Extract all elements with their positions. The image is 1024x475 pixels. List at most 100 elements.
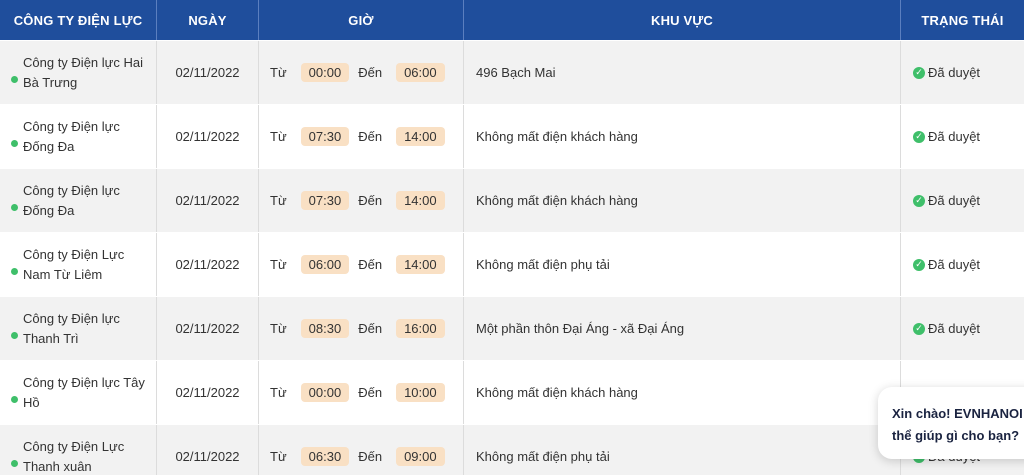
unit-name-line2: Đống Đa xyxy=(23,202,75,218)
unit-name: Công ty Điện lực Thanh Trì xyxy=(23,309,120,349)
unit-name-line2: Hồ xyxy=(23,394,40,410)
to-time-badge: 14:00 xyxy=(396,127,445,146)
header-unit: CÔNG TY ĐIỆN LỰC xyxy=(0,0,157,40)
to-label: Đến xyxy=(358,449,383,464)
chat-greeting-bubble[interactable]: Xin chào! EVNHANOI thể giúp gì cho bạn? xyxy=(878,387,1024,459)
check-circle-icon: ✓ xyxy=(913,194,925,207)
time-cell: Từ 06:00 Đến 14:00 xyxy=(259,233,464,296)
area-cell: 496 Bạch Mai xyxy=(464,41,901,104)
date-cell: 02/11/2022 xyxy=(157,361,259,424)
unit-cell: Công ty Điện lực Thanh Trì xyxy=(0,297,157,360)
from-time-badge: 06:30 xyxy=(300,447,350,466)
area-cell: Không mất điện khách hàng xyxy=(464,169,901,232)
unit-name: Công ty Điện Lực Thanh xuân xyxy=(23,437,124,475)
unit-name: Công ty Điện lực Đống Đa xyxy=(23,117,120,157)
unit-cell: Công ty Điện Lực Nam Từ Liêm xyxy=(0,233,157,296)
table-header: CÔNG TY ĐIỆN LỰC NGÀY GIỜ KHU VỰC TRẠNG … xyxy=(0,0,1024,40)
header-status: TRẠNG THÁI xyxy=(921,12,1004,28)
area-cell: Không mất điện khách hàng xyxy=(464,105,901,168)
date-cell: 02/11/2022 xyxy=(157,41,259,104)
header-time: GIỜ xyxy=(259,0,464,40)
chat-greeting-line2: thể giúp gì cho bạn? xyxy=(892,428,1020,443)
unit-cell: Công ty Điện Lực Thanh xuân xyxy=(0,425,157,475)
outage-schedule-table: CÔNG TY ĐIỆN LỰC NGÀY GIỜ KHU VỰC TRẠNG … xyxy=(0,0,1024,475)
from-time-badge: 06:00 xyxy=(300,255,350,274)
status-dot-icon xyxy=(11,268,18,275)
time-cell: Từ 00:00 Đến 06:00 xyxy=(259,41,464,104)
unit-cell: Công ty Điện lực Đống Đa xyxy=(0,105,157,168)
from-label: Từ xyxy=(270,65,287,80)
from-label: Từ xyxy=(270,449,287,464)
to-label: Đến xyxy=(358,65,383,80)
check-circle-icon: ✓ xyxy=(913,322,925,335)
from-time-badge: 08:30 xyxy=(300,319,350,338)
to-label: Đến xyxy=(358,129,383,144)
status-dot-icon xyxy=(11,204,18,211)
date-cell: 02/11/2022 xyxy=(157,105,259,168)
unit-name-line2: Nam Từ Liêm xyxy=(23,266,103,282)
date-cell: 02/11/2022 xyxy=(157,297,259,360)
unit-name-line1: Công ty Điện lực xyxy=(23,310,120,326)
table-row: Công ty Điện Lực Thanh xuân 02/11/2022 Từ 06… xyxy=(0,424,1024,475)
to-time-badge: 14:00 xyxy=(396,255,445,274)
area-cell: Một phần thôn Đại Áng - xã Đại Áng xyxy=(464,297,901,360)
unit-name: Công ty Điện lực Đống Đa xyxy=(23,181,120,221)
status-dot-icon xyxy=(11,140,18,147)
unit-name-line1: Công ty Điện lực xyxy=(23,182,120,198)
to-time-badge: 16:00 xyxy=(396,319,445,338)
header-area: KHU VỰC xyxy=(464,0,901,40)
unit-name-line1: Công ty Điện Lực xyxy=(23,246,125,262)
unit-cell: Công ty Điện lực Tây Hồ xyxy=(0,361,157,424)
area-cell: Không mất điện phụ tải xyxy=(464,233,901,296)
from-time-badge: 00:00 xyxy=(300,63,350,82)
table-row: Công ty Điện lực Đống Đa 02/11/2022 Từ 07:30… xyxy=(0,104,1024,168)
unit-name-line1: Công ty Điện lực xyxy=(23,118,120,134)
status-cell: ✓Đã duyệt xyxy=(901,169,1024,232)
area-cell: Không mất điện khách hàng xyxy=(464,361,901,424)
to-time-badge: 14:00 xyxy=(396,191,445,210)
unit-cell: Công ty Điện lực Hai Bà Trưng xyxy=(0,41,157,104)
status-cell: ✓Đã duyệt xyxy=(901,105,1024,168)
to-time-badge: 09:00 xyxy=(396,447,445,466)
check-circle-icon: ✓ xyxy=(913,66,925,79)
time-cell: Từ 08:30 Đến 16:00 xyxy=(259,297,464,360)
table-row: Công ty Điện Lực Nam Từ Liêm 02/11/2022 Từ 0… xyxy=(0,232,1024,296)
check-circle-icon: ✓ xyxy=(913,258,925,271)
unit-name: Công ty Điện Lực Nam Từ Liêm xyxy=(23,245,124,285)
unit-name: Công ty Điện lực Tây Hồ xyxy=(23,373,145,413)
to-time-badge: 10:00 xyxy=(396,383,445,402)
from-time-badge: 00:00 xyxy=(300,383,350,402)
from-label: Từ xyxy=(270,385,287,400)
from-time-badge: 07:30 xyxy=(300,127,350,146)
unit-name-line1: Công ty Điện lực Tây xyxy=(23,374,145,390)
table-row: Công ty Điện lực Đống Đa 02/11/2022 Từ 07:30… xyxy=(0,168,1024,232)
to-time-badge: 06:00 xyxy=(396,63,445,82)
from-time-badge: 07:30 xyxy=(300,191,350,210)
table-body: Công ty Điện lực Hai Bà Trưng 02/11/2022 Từ… xyxy=(0,40,1024,475)
status-badge: Đã duyệt xyxy=(928,65,981,80)
unit-name: Công ty Điện lực Hai Bà Trưng xyxy=(23,53,143,93)
from-label: Từ xyxy=(270,321,287,336)
time-cell: Từ 07:30 Đến 14:00 xyxy=(259,169,464,232)
from-label: Từ xyxy=(270,129,287,144)
table-row: Công ty Điện lực Thanh Trì 02/11/2022 Từ 08:… xyxy=(0,296,1024,360)
status-badge: Đã duyệt xyxy=(928,193,981,208)
status-badge: Đã duyệt xyxy=(928,129,981,144)
table-row: Công ty Điện lực Hai Bà Trưng 02/11/2022 Từ… xyxy=(0,40,1024,104)
chat-greeting-line1: Xin chào! EVNHANOI xyxy=(892,406,1023,421)
status-dot-icon xyxy=(11,460,18,467)
date-cell: 02/11/2022 xyxy=(157,425,259,475)
unit-name-line1: Công ty Điện lực Hai xyxy=(23,54,143,70)
unit-name-line2: Thanh Trì xyxy=(23,330,79,346)
unit-name-line1: Công ty Điện Lực xyxy=(23,438,125,454)
to-label: Đến xyxy=(358,193,383,208)
status-dot-icon xyxy=(11,396,18,403)
date-cell: 02/11/2022 xyxy=(157,233,259,296)
to-label: Đến xyxy=(358,257,383,272)
status-cell: ✓Đã duyệt xyxy=(901,297,1024,360)
from-label: Từ xyxy=(270,193,287,208)
status-badge: Đã duyệt xyxy=(928,257,981,272)
to-label: Đến xyxy=(358,385,383,400)
unit-name-line2: Đống Đa xyxy=(23,138,75,154)
status-cell: ✓Đã duyệt xyxy=(901,233,1024,296)
